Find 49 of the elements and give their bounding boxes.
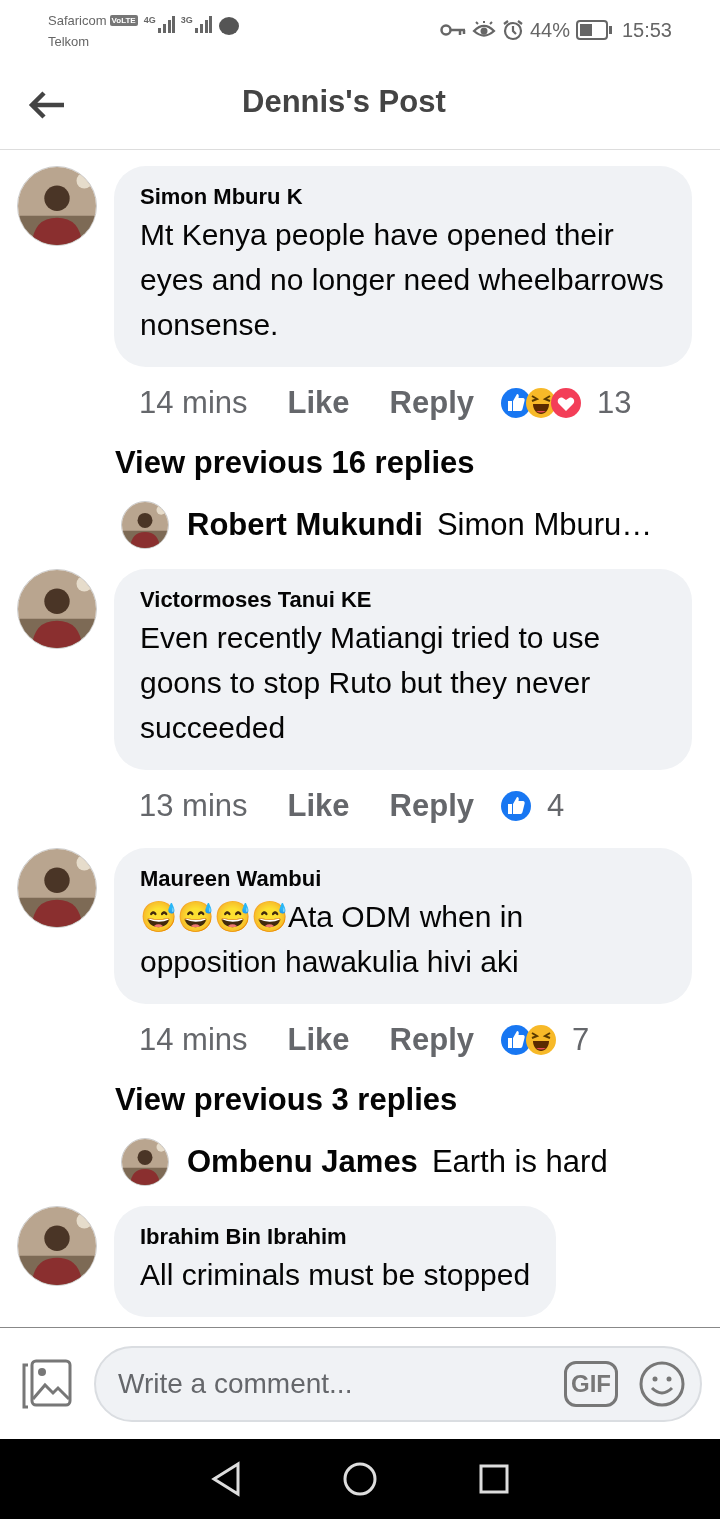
back-nav-button[interactable] [210,1461,242,1497]
clock-time: 15:53 [621,18,672,42]
like-button[interactable]: Like [287,1022,350,1058]
reply-button[interactable]: Reply [389,385,474,421]
replier-name[interactable]: Ombenu James [187,1144,418,1180]
emoji-button[interactable] [638,1359,686,1408]
blob-icon [217,15,240,37]
comment-text: Even recently Matiangi tried to use goons to stop Ruto but they never succeeded [140,620,602,746]
key-icon [439,23,466,37]
comment-field[interactable]: Write a comment... GIF [94,1345,702,1422]
battery-percent: 44% [529,18,570,42]
like-button[interactable]: Like [287,385,350,421]
comment-text: Mt Kenya people have opened their eyes and no longer need wheelbarrows nonsense. [140,217,665,343]
commenter-name[interactable]: Victormoses Tanui KE [140,587,666,613]
photo-button[interactable] [20,1358,72,1409]
view-replies-link[interactable]: View previous 16 replies [115,445,475,481]
like-button[interactable]: Like [287,788,350,824]
volte-badge: VoLTE [109,15,138,26]
home-nav-button[interactable] [342,1461,378,1497]
comment-time: 14 mins [139,1022,248,1058]
reply-preview-text[interactable]: Earth is hard [431,1144,608,1180]
carrier-name: Safaricom [48,13,107,28]
recents-nav-button[interactable] [478,1463,510,1495]
comment-text: All criminals must be stopped [140,1257,531,1293]
network-type: 3G [180,15,193,25]
commenter-name[interactable]: Simon Mburu K [140,184,666,210]
comment-time: 14 mins [139,385,248,421]
reply-button[interactable]: Reply [389,1022,474,1058]
signal-icon [193,15,212,33]
carrier-name: Telkom [48,34,91,49]
view-replies-link[interactable]: View previous 3 replies [115,1082,458,1118]
commenter-name[interactable]: Ibrahim Bin Ibrahim [140,1224,531,1250]
battery-icon [575,20,612,40]
reply-preview-text[interactable]: Simon Mburu… [436,507,653,543]
reaction-count: 7 [572,1022,590,1058]
comment-text: 😅😅😅😅Ata ODM when in opposition hawakulia hivi aki [140,899,525,980]
page-title: Dennis's Post [242,84,446,120]
gif-button[interactable]: GIF [564,1360,618,1407]
commenter-name[interactable]: Maureen Wambui [140,866,666,892]
eye-icon [471,21,496,39]
network-type: 4G [143,15,156,25]
alarm-icon [501,19,524,41]
signal-icon [156,15,175,33]
reply-button[interactable]: Reply [389,788,474,824]
back-button[interactable] [28,89,66,120]
reaction-count: 13 [597,385,632,421]
comment-time: 13 mins [139,788,248,824]
replier-name[interactable]: Robert Mukundi [187,507,423,543]
reaction-count: 4 [547,788,565,824]
